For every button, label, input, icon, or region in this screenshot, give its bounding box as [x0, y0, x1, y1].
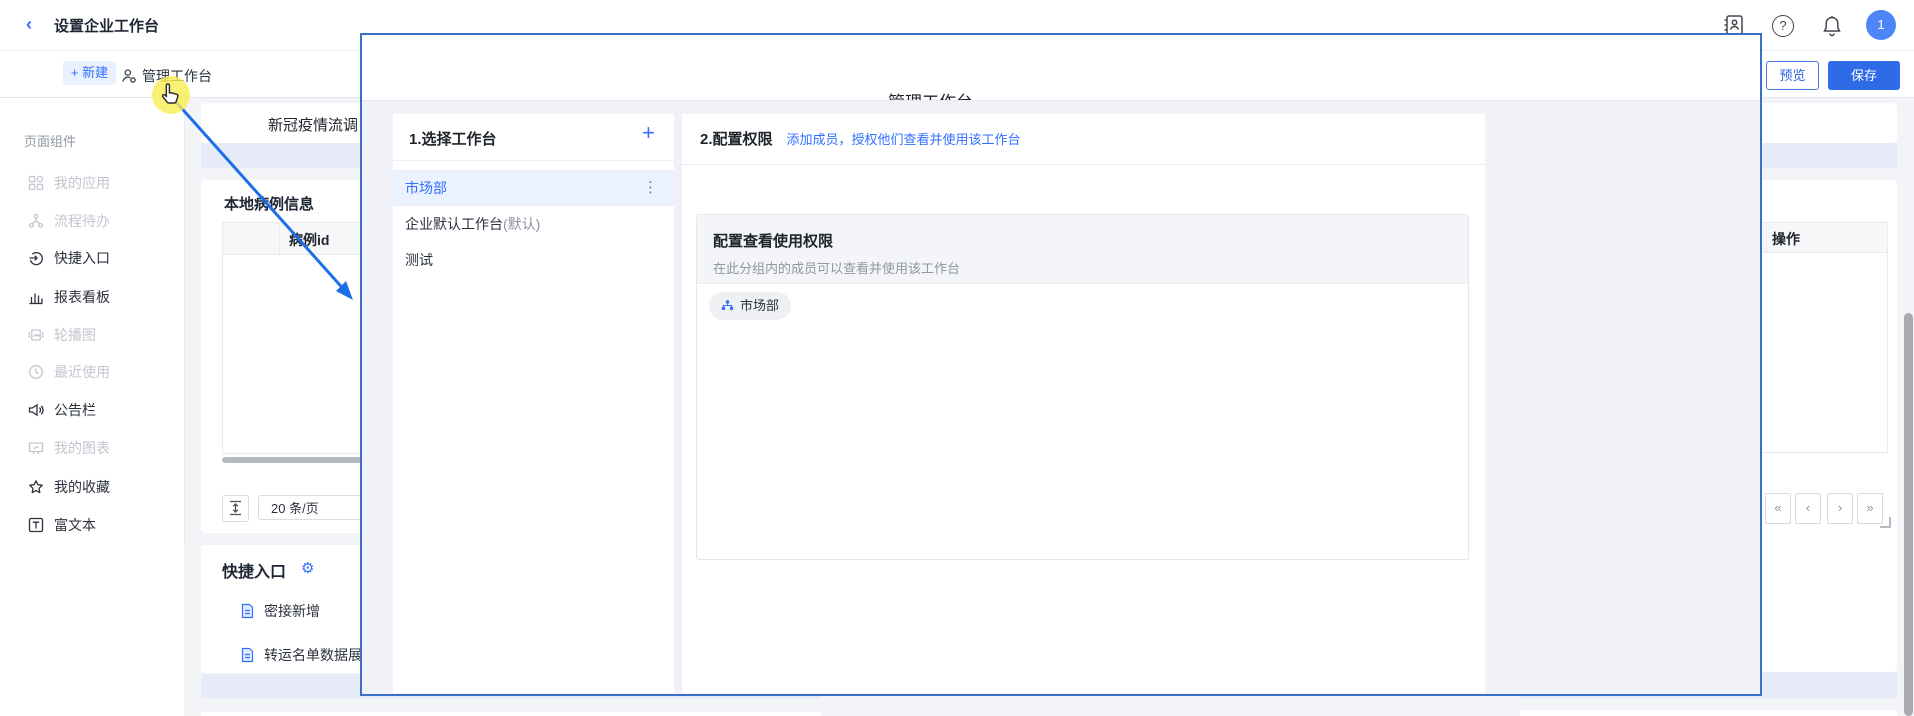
pagination-first-button[interactable]: «	[1765, 493, 1791, 524]
back-button[interactable]: ‹	[26, 14, 32, 35]
app-grid-icon	[28, 175, 44, 191]
permission-box-subtitle: 在此分组内的成员可以查看并使用该工作台	[713, 258, 960, 277]
preview-button[interactable]: 预览	[1766, 61, 1819, 90]
workspace-item-label: 市场部	[405, 170, 447, 206]
plus-icon: +	[71, 65, 79, 80]
flow-icon	[28, 213, 44, 229]
org-icon	[721, 299, 734, 312]
sidebar-item-label: 我的图表	[54, 429, 110, 467]
workspace-list-panel: 1.选择工作台 + 市场部 ⋮ 企业默认工作台(默认) 测试	[393, 114, 674, 693]
sidebar-section-label: 页面组件	[24, 131, 76, 150]
notification-bell-icon[interactable]	[1820, 14, 1844, 38]
more-actions-icon[interactable]: ⋮	[643, 170, 658, 206]
quick-link-item[interactable]: 转运名单数据展	[240, 645, 362, 665]
panel-divider	[682, 164, 1485, 165]
carousel-icon	[28, 327, 44, 343]
default-suffix: (默认)	[503, 216, 540, 232]
quick-link-label: 转运名单数据展	[264, 647, 362, 663]
permission-header-title: 2.配置权限	[700, 131, 773, 148]
sidebar-item-label: 富文本	[54, 506, 96, 544]
chart-board-icon	[28, 440, 44, 456]
resize-handle[interactable]	[1880, 517, 1891, 528]
jump-icon	[228, 500, 243, 516]
document-icon	[240, 647, 255, 663]
page-root: 新冠疫情流调 本地病例信息 病例id 20 条/页 快捷入口 ⚙ 密接新增	[0, 0, 1914, 716]
pagination-next-button[interactable]: ›	[1827, 493, 1853, 524]
column-divider	[279, 223, 280, 254]
sidebar-item-label: 我的应用	[54, 164, 110, 202]
hand-cursor-icon	[160, 82, 182, 106]
quick-link-label: 密接新增	[264, 603, 320, 619]
quick-entry-icon	[28, 250, 44, 266]
workspace-item-label: 测试	[405, 242, 433, 278]
workspace-item-shichangbu[interactable]: 市场部 ⋮	[393, 170, 674, 206]
sidebar-item-my-apps: 我的应用	[0, 164, 184, 202]
star-icon	[28, 479, 44, 495]
department-tag[interactable]: 市场部	[709, 292, 791, 320]
permission-panel: 2.配置权限添加成员，授权他们查看并使用该工作台 配置查看使用权限 在此分组内的…	[682, 114, 1485, 693]
manage-workbench-modal: 管理工作台 1.选择工作台 + 市场部 ⋮ 企业默认工作台(默认) 测试 2.配…	[360, 33, 1762, 696]
page-vertical-scrollbar[interactable]	[1904, 313, 1913, 716]
column-divider	[1766, 222, 1767, 253]
sidebar-item-rich-text[interactable]: 富文本	[0, 506, 184, 544]
form-title: 新冠疫情流调	[268, 114, 358, 135]
table-border	[1887, 222, 1888, 453]
avatar[interactable]: 1	[1866, 10, 1896, 40]
workspace-item-label: 企业默认工作台(默认)	[405, 206, 540, 242]
sidebar-item-report-board[interactable]: 报表看板	[0, 278, 184, 316]
rich-text-icon	[28, 517, 44, 533]
page-jump-button[interactable]	[222, 495, 249, 522]
sidebar-item-favorites[interactable]: 我的收藏	[0, 468, 184, 506]
sidebar-item-recently-used: 最近使用	[0, 353, 184, 391]
document-icon	[240, 603, 255, 619]
widget-card-edge	[1520, 710, 1897, 716]
quick-entry-settings-icon[interactable]: ⚙	[301, 559, 314, 577]
bar-chart-icon	[28, 289, 44, 305]
widget-card-edge	[201, 712, 821, 716]
col-action: 操作	[1772, 229, 1800, 249]
new-button-label: 新建	[82, 65, 108, 80]
workspace-item-default[interactable]: 企业默认工作台(默认)	[393, 206, 674, 242]
pagination-prev-button[interactable]: ‹	[1795, 493, 1821, 524]
new-workbench-button[interactable]: + 新建	[63, 61, 116, 85]
sidebar-item-carousel: 轮播图	[0, 316, 184, 354]
panel-divider	[393, 160, 674, 161]
quick-link-item[interactable]: 密接新增	[240, 601, 320, 621]
help-icon[interactable]: ?	[1772, 15, 1794, 37]
sidebar-item-label: 快捷入口	[54, 239, 110, 277]
clock-icon	[28, 364, 44, 380]
sidebar-item-label: 轮播图	[54, 316, 96, 354]
add-workspace-button[interactable]: +	[642, 120, 655, 146]
page-title: 设置企业工作台	[54, 15, 159, 36]
local-cases-title: 本地病例信息	[224, 193, 314, 214]
sidebar-item-label: 流程待办	[54, 202, 110, 240]
sidebar-item-flow-todo: 流程待办	[0, 202, 184, 240]
col-case-id: 病例id	[289, 230, 329, 250]
permission-box: 配置查看使用权限 在此分组内的成员可以查看并使用该工作台 市场部	[696, 214, 1469, 560]
permission-header: 2.配置权限添加成员，授权他们查看并使用该工作台	[700, 128, 1021, 149]
workspace-item-test[interactable]: 测试	[393, 242, 674, 278]
speaker-icon	[28, 402, 44, 418]
quick-entry-title: 快捷入口	[222, 558, 286, 582]
sidebar-divider	[184, 97, 185, 543]
select-workspace-header: 1.选择工作台	[409, 128, 497, 149]
sidebar-item-label: 最近使用	[54, 353, 110, 391]
sidebar-item-my-charts: 我的图表	[0, 429, 184, 467]
sidebar-item-label: 我的收藏	[54, 468, 110, 506]
sidebar-item-label: 报表看板	[54, 278, 110, 316]
permission-header-hint: 添加成员，授权他们查看并使用该工作台	[787, 132, 1021, 147]
sidebar-item-label: 公告栏	[54, 391, 96, 429]
person-gear-icon	[121, 68, 137, 84]
save-button[interactable]: 保存	[1828, 61, 1900, 90]
permission-box-title: 配置查看使用权限	[713, 230, 833, 251]
sidebar-item-quick-entry[interactable]: 快捷入口	[0, 239, 184, 277]
department-tag-label: 市场部	[740, 298, 779, 313]
sidebar-item-announcement[interactable]: 公告栏	[0, 391, 184, 429]
